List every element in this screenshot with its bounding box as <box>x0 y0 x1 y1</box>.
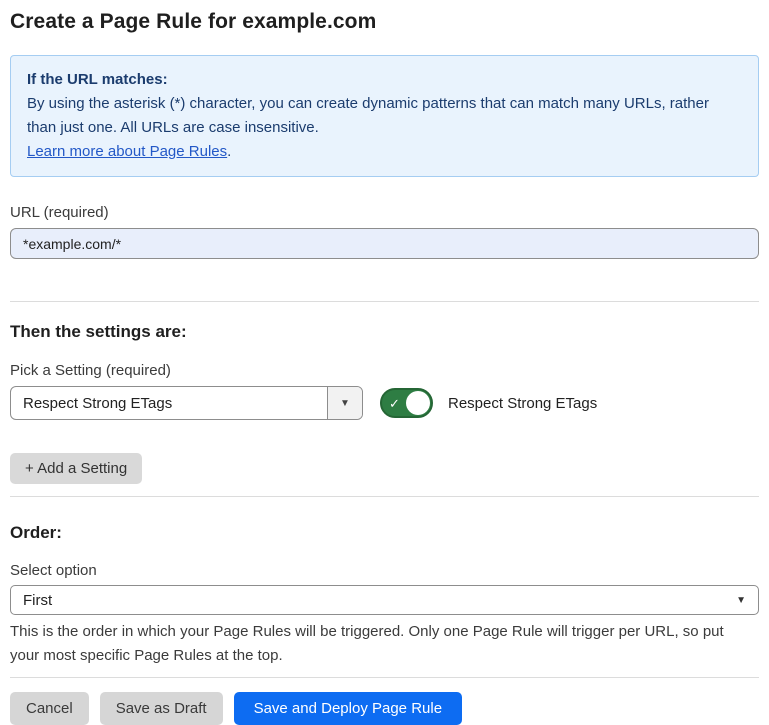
footer-actions: Cancel Save as Draft Save and Deploy Pag… <box>10 692 759 725</box>
pick-setting-label: Pick a Setting (required) <box>10 362 759 379</box>
page-title: Create a Page Rule for example.com <box>10 10 759 34</box>
setting-row: Respect Strong ETags ▼ ✓ Respect Strong … <box>10 386 759 420</box>
setting-combobox-arrow-button[interactable]: ▼ <box>327 387 362 419</box>
setting-combobox[interactable]: Respect Strong ETags ▼ <box>10 386 363 420</box>
chevron-down-icon: ▼ <box>340 398 350 409</box>
section-divider <box>10 496 759 497</box>
section-divider <box>10 301 759 302</box>
info-box-text: By using the asterisk (*) character, you… <box>27 95 709 136</box>
setting-combobox-value: Respect Strong ETags <box>11 387 327 419</box>
info-box-body: By using the asterisk (*) character, you… <box>27 92 742 140</box>
cancel-button[interactable]: Cancel <box>10 692 89 725</box>
chevron-down-icon: ▼ <box>736 595 746 606</box>
info-box-link-row: Learn more about Page Rules. <box>27 140 742 164</box>
link-suffix-period: . <box>227 143 231 160</box>
url-field-label: URL (required) <box>10 204 759 221</box>
learn-more-link[interactable]: Learn more about Page Rules <box>27 143 227 160</box>
toggle-knob <box>406 391 430 415</box>
save-as-draft-button[interactable]: Save as Draft <box>100 692 223 725</box>
order-select[interactable]: First ▼ <box>10 585 759 615</box>
url-input[interactable] <box>10 228 759 259</box>
order-help-text: This is the order in which your Page Rul… <box>10 620 755 668</box>
order-section-heading: Order: <box>10 523 759 543</box>
etags-toggle[interactable]: ✓ <box>380 388 433 418</box>
url-match-info-box: If the URL matches: By using the asteris… <box>10 55 759 177</box>
check-icon: ✓ <box>389 397 400 410</box>
info-box-heading: If the URL matches: <box>27 68 742 92</box>
order-select-label: Select option <box>10 562 759 579</box>
add-setting-button[interactable]: + Add a Setting <box>10 453 142 484</box>
etags-toggle-label: Respect Strong ETags <box>448 395 597 412</box>
order-select-value: First <box>23 592 52 609</box>
settings-section-heading: Then the settings are: <box>10 322 759 342</box>
save-and-deploy-button[interactable]: Save and Deploy Page Rule <box>234 692 462 725</box>
footer-divider <box>10 677 759 678</box>
